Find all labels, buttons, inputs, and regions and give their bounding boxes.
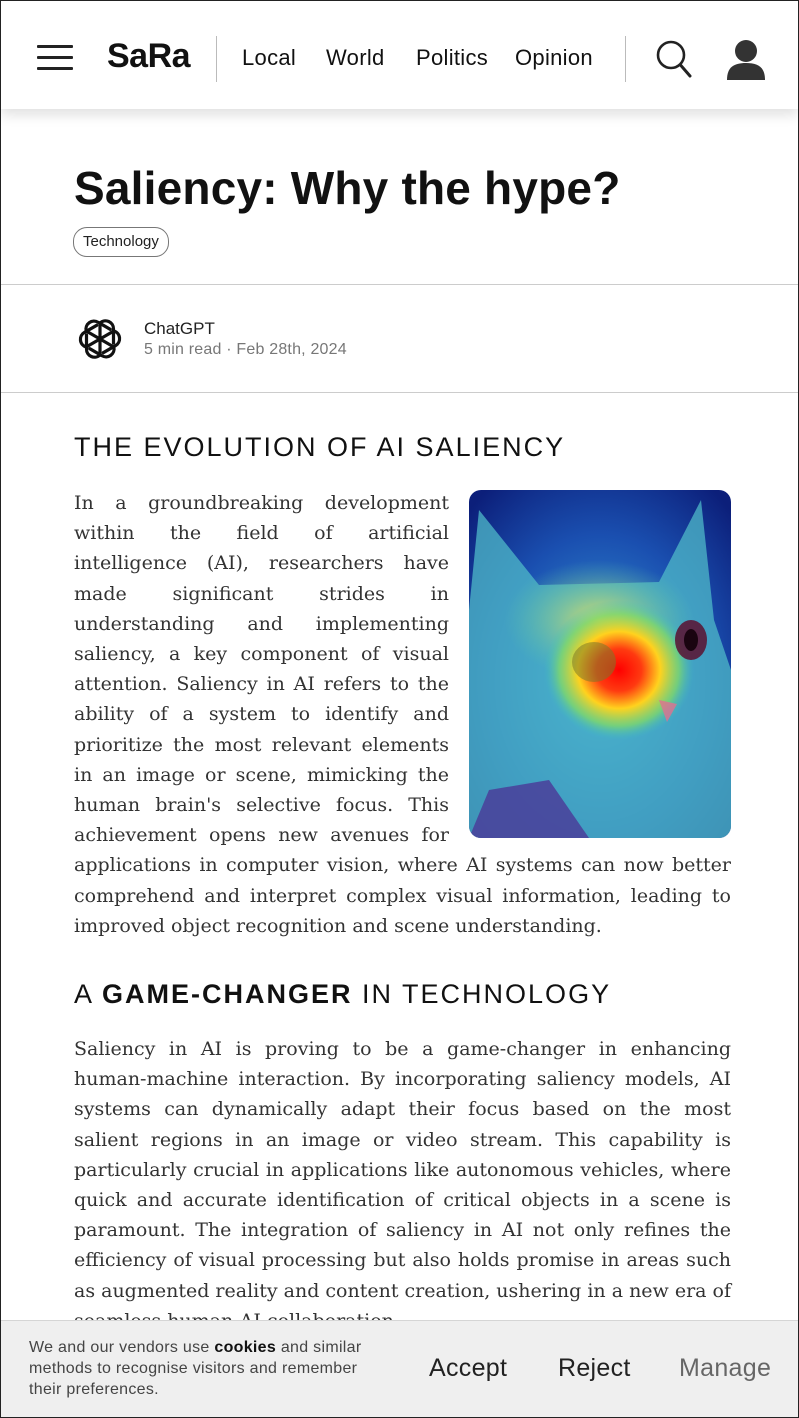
site-logo[interactable]: SaRa xyxy=(107,37,191,76)
page: SaRa Local World Politics Opinion Salien… xyxy=(0,0,799,1418)
nav-divider xyxy=(216,36,217,82)
user-account-icon[interactable] xyxy=(725,39,767,81)
top-navigation-bar: SaRa Local World Politics Opinion xyxy=(1,1,798,109)
divider xyxy=(1,284,798,285)
nav-link-world[interactable]: World xyxy=(326,45,385,71)
reject-cookies-button[interactable]: Reject xyxy=(558,1354,631,1383)
article-paragraph: In a groundbreaking development within t… xyxy=(74,488,731,941)
section-heading: A GAME-CHANGER IN TECHNOLOGY xyxy=(74,979,612,1009)
nav-link-local[interactable]: Local xyxy=(242,45,296,71)
hamburger-menu-icon[interactable] xyxy=(37,45,73,73)
openai-logo-icon xyxy=(75,316,125,362)
nav-link-politics[interactable]: Politics xyxy=(416,45,488,71)
nav-link-opinion[interactable]: Opinion xyxy=(515,45,593,71)
divider xyxy=(1,392,798,393)
cookie-notice-text: We and our vendors use cookies and simil… xyxy=(29,1339,362,1398)
saliency-heatmap-image xyxy=(469,490,731,838)
search-icon[interactable] xyxy=(655,39,693,79)
article-meta: 5 min read · Feb 28th, 2024 xyxy=(144,341,347,358)
section-heading: THE EVOLUTION OF AI SALIENCY xyxy=(74,432,566,462)
manage-cookies-button[interactable]: Manage xyxy=(679,1354,771,1383)
cookie-consent-banner: We and our vendors use cookies and simil… xyxy=(1,1320,798,1417)
category-tag[interactable]: Technology xyxy=(73,227,169,257)
section-body: Saliency in AI is proving to be a game-c… xyxy=(74,1038,732,1332)
author-name[interactable]: ChatGPT xyxy=(144,319,215,339)
nav-divider xyxy=(625,36,626,82)
article-title: Saliency: Why the hype? xyxy=(74,162,621,214)
accept-cookies-button[interactable]: Accept xyxy=(429,1354,507,1383)
